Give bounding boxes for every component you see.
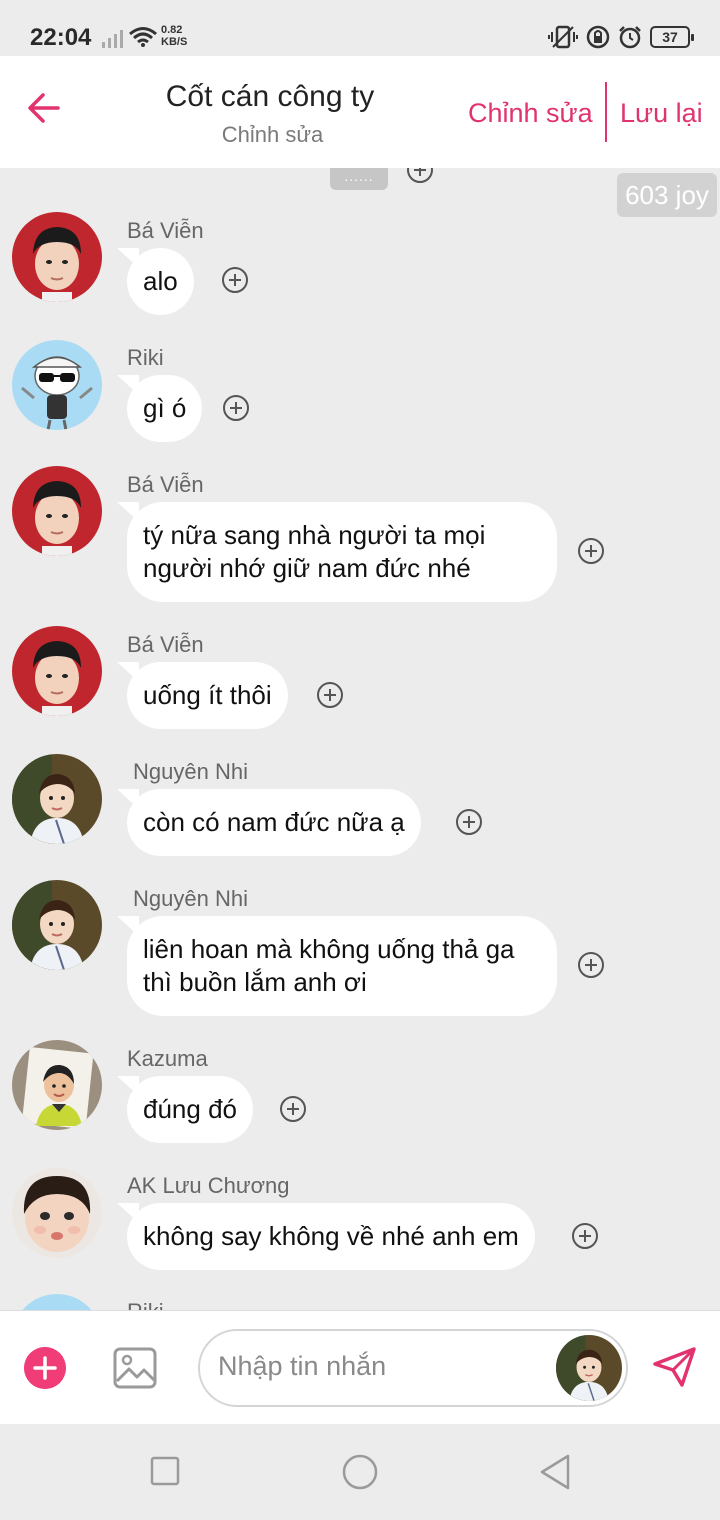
chat-subtitle: Chỉnh sửa <box>221 122 324 147</box>
chat-messages[interactable]: ...... 603 joy Bá Viễn alo Riki gì ó Bá … <box>0 168 720 1310</box>
plus-circle-icon[interactable] <box>577 537 605 565</box>
sender-name: Bá Viễn <box>127 472 204 497</box>
status-bar: 22:04 0.82 KB/S 37 <box>0 0 720 62</box>
sender-name: AK Lưu Chương <box>127 1173 290 1198</box>
avatar[interactable] <box>12 340 102 430</box>
system-nav-bar <box>0 1424 720 1520</box>
avatar[interactable] <box>12 212 102 302</box>
plus-circle-icon[interactable] <box>316 681 344 709</box>
plus-circle-icon[interactable] <box>221 266 249 294</box>
load-more-indicator[interactable]: ...... <box>330 168 388 190</box>
message-input[interactable] <box>218 1351 548 1382</box>
save-button[interactable]: Lưu lại <box>620 98 703 129</box>
lock-rotation-icon <box>586 25 610 49</box>
sticker-avatar[interactable] <box>556 1335 622 1401</box>
sender-name: Nguyên Nhi <box>133 759 248 784</box>
edit-button[interactable]: Chỉnh sửa <box>468 98 593 129</box>
plus-circle-icon[interactable] <box>222 394 250 422</box>
wifi-icon <box>129 27 157 47</box>
message-bubble[interactable]: uống ít thôi <box>127 662 288 729</box>
message-bubble[interactable]: alo <box>127 248 194 315</box>
vibrate-off-icon <box>548 25 578 49</box>
avatar[interactable] <box>12 1040 102 1130</box>
chat-title: Cốt cán công ty <box>165 80 375 113</box>
battery-indicator: 37 <box>650 26 694 48</box>
nav-back-icon[interactable] <box>538 1454 572 1490</box>
plus-circle-icon[interactable] <box>577 951 605 979</box>
avatar[interactable] <box>12 754 102 844</box>
header-divider <box>605 82 607 142</box>
sender-name: Riki <box>127 1299 164 1310</box>
image-icon[interactable] <box>113 1347 157 1389</box>
avatar[interactable] <box>12 466 102 556</box>
sender-name: Bá Viễn <box>127 218 204 243</box>
sender-name: Kazuma <box>127 1046 208 1071</box>
status-time: 22:04 <box>30 24 92 51</box>
send-icon[interactable] <box>652 1346 698 1388</box>
plus-circle-icon[interactable] <box>406 168 434 184</box>
plus-circle-icon[interactable] <box>571 1222 599 1250</box>
message-bubble[interactable]: không say không về nhé anh em <box>127 1203 535 1270</box>
message-input-wrapper <box>198 1329 628 1407</box>
network-speed: 0.82 KB/S <box>161 24 188 48</box>
nav-square-icon[interactable] <box>150 1456 180 1486</box>
plus-circle-icon[interactable] <box>279 1095 307 1123</box>
avatar[interactable] <box>12 1168 102 1258</box>
plus-circle-icon[interactable] <box>455 808 483 836</box>
message-bubble[interactable]: đúng đó <box>127 1076 253 1143</box>
message-bubble[interactable]: còn có nam đức nữa ạ <box>127 789 421 856</box>
avatar[interactable] <box>12 626 102 716</box>
message-bubble[interactable]: tý nữa sang nhà người ta mọi người nhớ g… <box>127 502 557 602</box>
signal-icon <box>102 30 123 48</box>
sender-name: Riki <box>127 345 164 370</box>
message-input-bar <box>0 1310 720 1424</box>
message-bubble[interactable]: gì ó <box>127 375 203 442</box>
nav-home-icon[interactable] <box>342 1454 378 1490</box>
add-icon[interactable] <box>24 1347 66 1389</box>
chat-header: Cốt cán công ty Chỉnh sửa Chỉnh sửa Lưu … <box>0 56 720 168</box>
message-bubble[interactable]: liên hoan mà không uống thả ga thì buồn … <box>127 916 557 1016</box>
sender-name: Bá Viễn <box>127 632 204 657</box>
avatar[interactable] <box>12 1294 102 1310</box>
alarm-icon <box>619 26 641 49</box>
sender-name: Nguyên Nhi <box>133 886 248 911</box>
joy-badge: 603 joy <box>617 173 717 217</box>
avatar[interactable] <box>12 880 102 970</box>
